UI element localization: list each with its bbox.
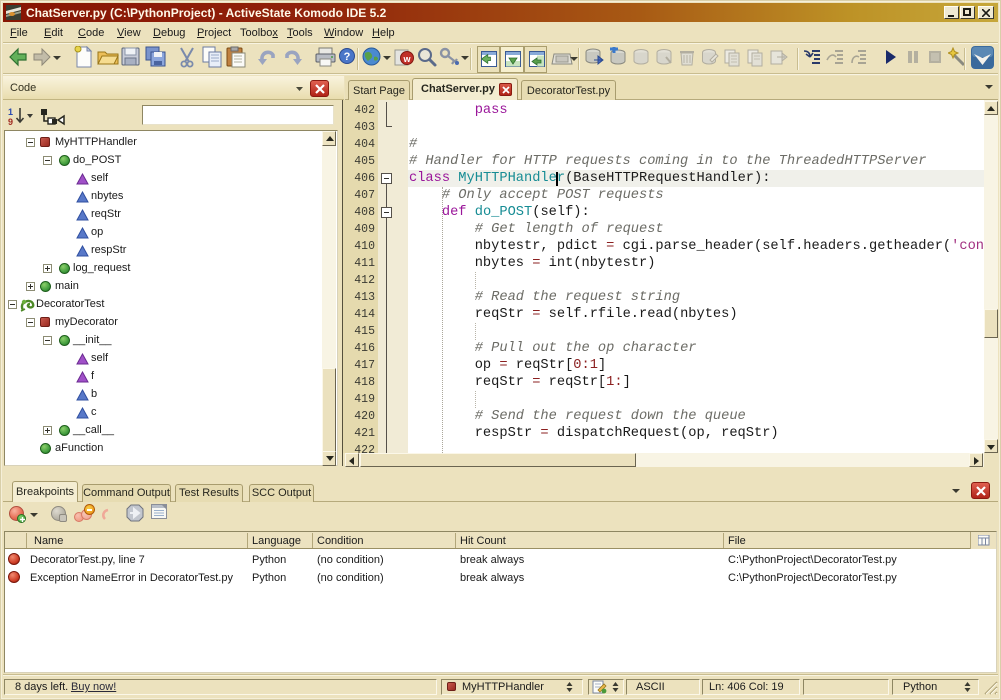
svg-text:1: 1 — [8, 107, 13, 117]
svg-text:9: 9 — [8, 117, 13, 127]
svg-text:w: w — [402, 54, 411, 64]
svg-text:?: ? — [344, 51, 351, 63]
